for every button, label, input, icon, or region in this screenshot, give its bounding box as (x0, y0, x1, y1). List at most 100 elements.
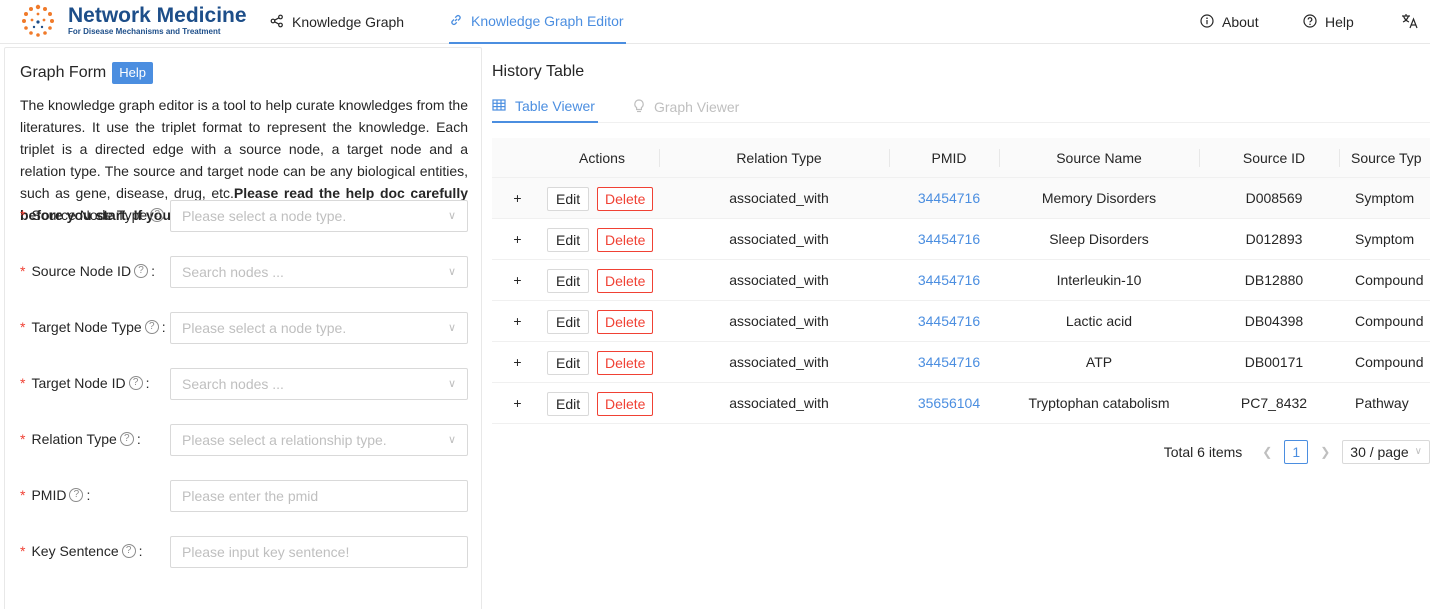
cell-pmid-link[interactable]: 34454716 (889, 342, 1009, 382)
form-row: * Target Node Type?: Please select a node … (20, 312, 468, 344)
tab-graph-viewer[interactable]: Graph Viewer (633, 91, 739, 123)
history-table-title: History Table (492, 63, 585, 80)
delete-button[interactable]: Delete (597, 392, 654, 416)
form-row: * Source Node ID?: Search nodes ... ∨ (20, 256, 468, 288)
chevron-right-icon[interactable]: ❯ (1316, 445, 1334, 459)
field-label-text: PMID (31, 487, 67, 503)
pmid-input[interactable]: Please enter the pmid (170, 480, 468, 512)
link-icon (449, 13, 463, 30)
about-link[interactable]: About (1200, 0, 1259, 44)
network-medicine-logo[interactable] (18, 4, 58, 40)
source-node-id-select[interactable]: Search nodes ... ∨ (170, 256, 468, 288)
expand-row-button[interactable]: + (510, 232, 525, 247)
history-table-panel: History Table Table Viewer Graph Viewer … (492, 47, 1430, 609)
table-row[interactable]: + Edit Delete associated_with 35656104 Trypto… (492, 383, 1430, 424)
help-button[interactable]: Help (112, 62, 153, 84)
nav-label: Knowledge Graph (292, 14, 405, 30)
question-circle-icon[interactable]: ? (134, 264, 149, 278)
cell-pmid-link[interactable]: 34454716 (889, 219, 1009, 259)
delete-button[interactable]: Delete (597, 228, 654, 252)
target-node-type-label: * Target Node Type?: (20, 319, 166, 335)
field-label-colon: : (161, 319, 166, 335)
column-header-relation-type: Relation Type (736, 150, 822, 166)
required-asterisk: * (20, 431, 26, 447)
expand-row-button[interactable]: + (510, 396, 525, 411)
cell-source-name: ATP (1085, 354, 1113, 370)
question-circle-icon[interactable]: ? (119, 432, 134, 446)
field-label-text: Source Node ID (31, 263, 132, 279)
brand[interactable]: Network Medicine For Disease Mechanisms … (68, 5, 247, 37)
expand-row-button[interactable]: + (510, 273, 525, 288)
key-sentence-input[interactable]: Please input key sentence! (170, 536, 468, 568)
expand-row-button[interactable]: + (510, 355, 525, 370)
table-row[interactable]: + Edit Delete associated_with 34454716 Sleep … (492, 219, 1430, 260)
delete-button[interactable]: Delete (597, 351, 654, 375)
cell-source-name: Memory Disorders (1041, 190, 1157, 206)
edit-button[interactable]: Edit (547, 310, 590, 334)
question-circle-icon[interactable]: ? (128, 376, 143, 390)
nav-knowledge-graph[interactable]: Knowledge Graph (270, 0, 404, 44)
cell-pmid-link[interactable]: 34454716 (889, 178, 1009, 218)
table-header: Actions Relation Type PMID Source Name S… (492, 138, 1430, 178)
cell-pmid-link[interactable]: 35656104 (889, 383, 1009, 423)
delete-button[interactable]: Delete (597, 187, 654, 211)
expand-row-button[interactable]: + (510, 191, 525, 206)
tab-label: Graph Viewer (654, 99, 740, 115)
edit-button[interactable]: Edit (547, 392, 590, 416)
field-label-colon: : (136, 431, 141, 447)
target-node-type-select[interactable]: Please select a node type. ∨ (170, 312, 468, 344)
field-label-colon: : (151, 263, 155, 279)
field-placeholder: Search nodes ... (182, 264, 284, 280)
edit-button[interactable]: Edit (547, 269, 590, 293)
edit-button[interactable]: Edit (547, 187, 590, 211)
field-placeholder: Search nodes ... (182, 376, 284, 392)
table-icon (492, 98, 506, 114)
question-circle-icon[interactable]: ? (69, 488, 84, 502)
graph-form-title: Graph Form (20, 64, 107, 81)
table-row[interactable]: + Edit Delete associated_with 34454716 Memory… (492, 178, 1430, 219)
chevron-left-icon[interactable]: ❮ (1258, 445, 1276, 459)
target-node-id-select[interactable]: Search nodes ... ∨ (170, 368, 468, 400)
form-row: * PMID?: Please enter the pmid (20, 480, 468, 512)
table-row[interactable]: + Edit Delete associated_with 34454716 ATP DB0… (492, 342, 1430, 383)
cell-relation-type: associated_with (729, 395, 829, 411)
key-sentence-label: * Key Sentence?: (20, 543, 143, 559)
table-row[interactable]: + Edit Delete associated_with 34454716 Lactic… (492, 301, 1430, 342)
tab-table-viewer[interactable]: Table Viewer (492, 91, 598, 123)
required-asterisk: * (20, 375, 26, 391)
nav-label: Knowledge Graph Editor (471, 13, 624, 29)
edit-button[interactable]: Edit (547, 351, 590, 375)
required-asterisk: * (20, 263, 26, 279)
source-node-type-select[interactable]: Please select a node type. ∨ (170, 200, 468, 232)
help-link[interactable]: Help (1303, 0, 1354, 44)
delete-button[interactable]: Delete (597, 310, 654, 334)
cell-pmid-link[interactable]: 34454716 (889, 301, 1009, 341)
nav-knowledge-graph-editor[interactable]: Knowledge Graph Editor (449, 0, 626, 44)
brand-subtitle: For Disease Mechanisms and Treatment (68, 27, 221, 36)
question-circle-icon[interactable]: ? (144, 320, 159, 334)
cell-source-name: Tryptophan catabolism (1028, 395, 1170, 411)
edit-button[interactable]: Edit (547, 228, 590, 252)
page-number-button[interactable]: 1 (1284, 440, 1309, 464)
table-row[interactable]: + Edit Delete associated_with 34454716 Interl… (492, 260, 1430, 301)
cell-source-name: Interleukin-10 (1056, 272, 1142, 288)
column-header-pmid: PMID (931, 150, 967, 166)
page-size-select[interactable]: 30 / page ∨ (1342, 440, 1430, 464)
source-node-type-label: * Source Node Type? (20, 207, 167, 223)
language-switch[interactable] (1401, 0, 1419, 44)
chevron-down-icon: ∨ (447, 266, 456, 278)
cell-pmid-link[interactable]: 34454716 (889, 260, 1009, 300)
delete-button[interactable]: Delete (597, 269, 654, 293)
relation-type-select[interactable]: Please select a relationship type. ∨ (170, 424, 468, 456)
expand-row-button[interactable]: + (510, 314, 525, 329)
cell-relation-type: associated_with (729, 272, 829, 288)
field-label-text: Key Sentence (31, 543, 119, 559)
pagination-total: Total 6 items (1163, 444, 1243, 460)
question-circle-icon[interactable]: ? (150, 208, 165, 222)
cell-source-name: Lactic acid (1065, 313, 1133, 329)
field-label-text: Target Node ID (31, 375, 126, 391)
about-label: About (1222, 14, 1259, 30)
question-circle-icon[interactable]: ? (121, 544, 136, 558)
cell-source-id: PC7_8432 (1240, 395, 1308, 411)
cell-source-type: Symptom (1355, 190, 1415, 206)
